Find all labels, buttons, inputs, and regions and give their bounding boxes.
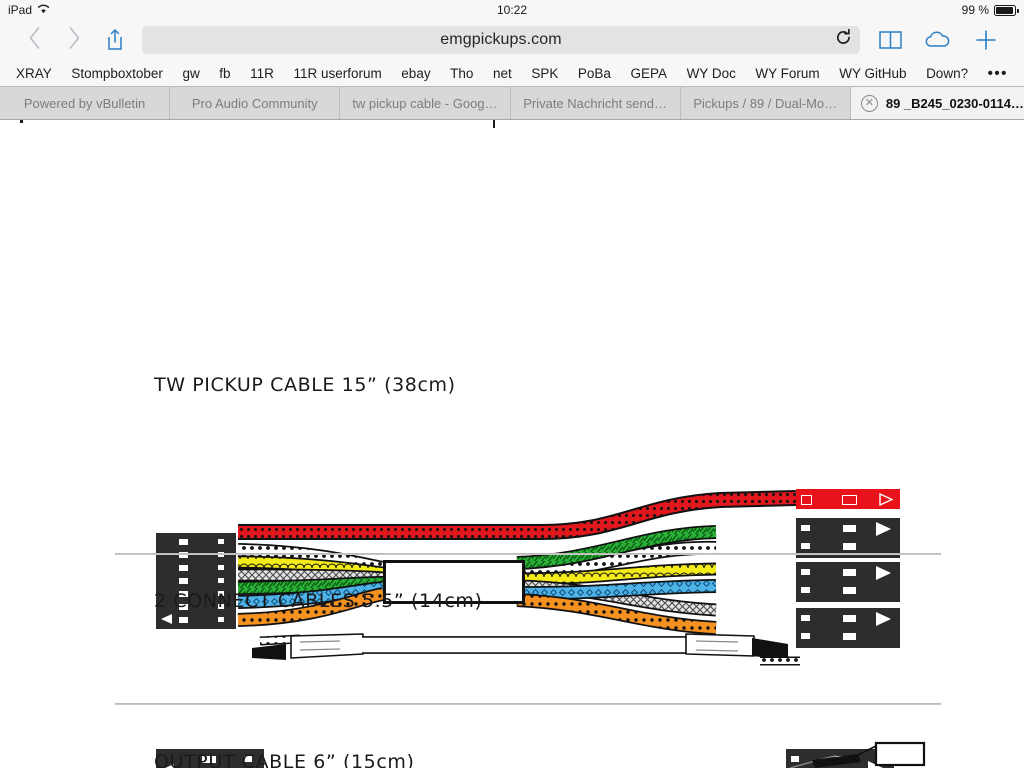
bookmark-item-10[interactable]: PoBa — [576, 66, 613, 81]
page-content: TW PICKUP CABLE 15” (38cm) 2 CONNECT CAB… — [0, 120, 1024, 768]
share-icon — [108, 29, 122, 50]
output-cable-diagram — [789, 741, 926, 768]
bookmark-item-0[interactable]: XRAY — [14, 66, 54, 81]
tab-2[interactable]: tw pickup cable - Goog… — [340, 87, 511, 119]
browser-chrome: emgpickups.com XRAY Stompboxtober gw fb … — [0, 20, 1024, 120]
close-icon[interactable]: ✕ — [860, 94, 878, 112]
bookmark-item-11[interactable]: GEPA — [628, 66, 669, 81]
browser-toolbar: emgpickups.com — [0, 20, 1024, 60]
bookmark-item-15[interactable]: Down? — [924, 66, 970, 81]
bookmark-item-13[interactable]: WY Forum — [753, 66, 821, 81]
icloud-tabs-button[interactable] — [914, 29, 962, 51]
bookmark-item-14[interactable]: WY GitHub — [837, 66, 908, 81]
status-bar-right: 99 % — [961, 3, 1019, 17]
new-tab-button[interactable] — [962, 28, 1010, 52]
bookmark-item-6[interactable]: ebay — [399, 66, 432, 81]
tab-bar: Powered by vBulletin Pro Audio Community… — [0, 86, 1024, 120]
bookmarks-button[interactable] — [866, 29, 914, 51]
url-text[interactable]: emgpickups.com — [440, 31, 561, 49]
bookmark-item-12[interactable]: WY Doc — [685, 66, 738, 81]
bookmark-item-8[interactable]: net — [491, 66, 514, 81]
battery-icon — [994, 4, 1019, 16]
tab-0[interactable]: Powered by vBulletin — [0, 87, 171, 119]
tab-5-active[interactable]: ✕ 89 _B245_0230-0114… — [850, 87, 1024, 119]
back-button[interactable] — [14, 26, 54, 55]
bookmark-item-5[interactable]: 11R userforum — [291, 66, 383, 81]
share-button[interactable] — [94, 28, 136, 52]
tab-1[interactable]: Pro Audio Community — [170, 87, 341, 119]
reload-icon[interactable] — [835, 28, 852, 52]
tab-title: Private Nachricht send… — [523, 95, 667, 111]
bookmark-item-4[interactable]: 11R — [248, 66, 276, 81]
forward-button[interactable] — [54, 26, 94, 55]
clock: 10:22 — [496, 3, 528, 17]
bookmark-item-3[interactable]: fb — [217, 66, 232, 81]
book-icon — [878, 31, 902, 49]
tab-title: tw pickup cable - Goog… — [352, 95, 498, 111]
tab-4[interactable]: Pickups / 89 / Dual-Mo… — [680, 87, 851, 119]
bookmarks-overflow-button[interactable]: ••• — [986, 65, 1010, 82]
cloud-icon — [925, 31, 950, 47]
bookmark-item-7[interactable]: Tho — [448, 66, 475, 81]
battery-percent-label: 99 % — [961, 3, 989, 17]
tab-title: 89 _B245_0230-0114… — [885, 95, 1024, 111]
bookmark-item-9[interactable]: SPK — [529, 66, 560, 81]
status-bar: iPad 10:22 99 % — [0, 0, 1024, 20]
bookmark-item-2[interactable]: gw — [180, 66, 201, 81]
tab-title: Powered by vBulletin — [23, 95, 146, 111]
address-bar[interactable]: emgpickups.com — [142, 26, 860, 54]
plus-icon — [976, 30, 996, 50]
bookmark-item-1[interactable]: Stompboxtober — [69, 66, 165, 81]
bookmarks-bar: XRAY Stompboxtober gw fb 11R 11R userfor… — [0, 60, 1024, 86]
tab-title: Pro Audio Community — [191, 95, 318, 111]
tab-3[interactable]: Private Nachricht send… — [510, 87, 681, 119]
tab-title: Pickups / 89 / Dual-Mo… — [693, 95, 838, 111]
